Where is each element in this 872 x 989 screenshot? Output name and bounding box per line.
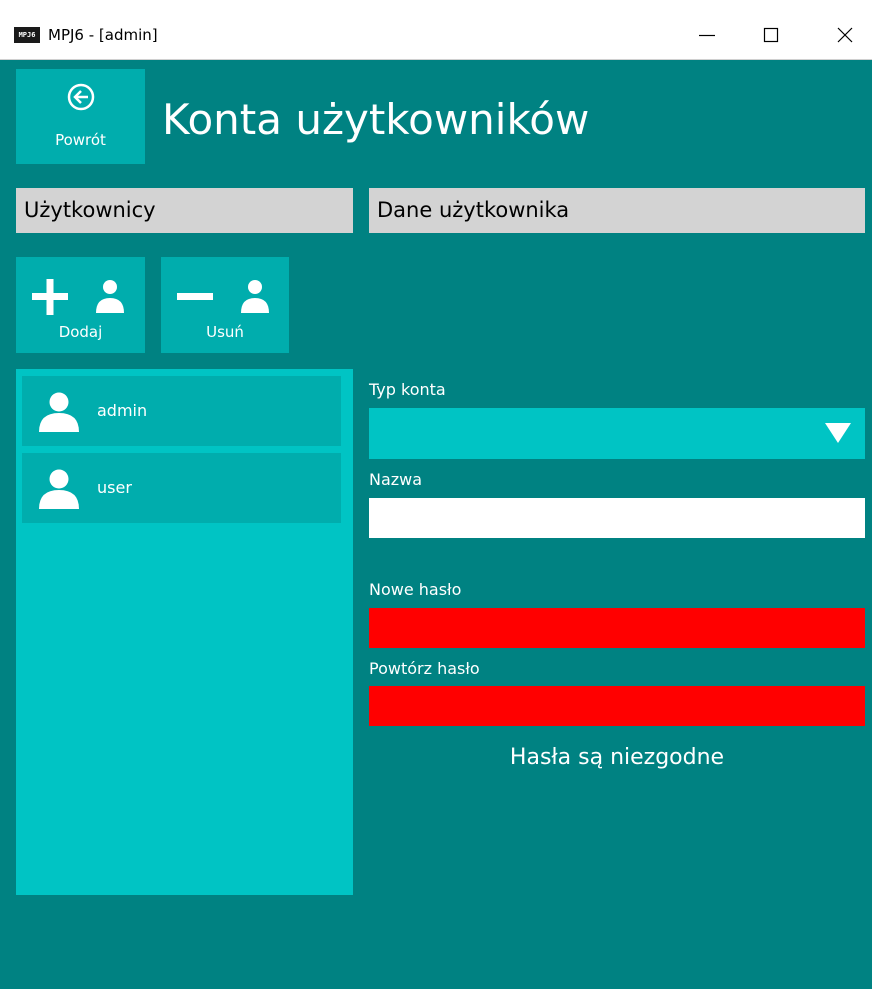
window-title-bar: MPJ6 MPJ6 - [admin] [0,0,872,60]
maximize-button[interactable] [748,12,794,58]
remove-user-label: Usuń [206,323,244,341]
maximize-icon [763,27,779,43]
page-title: Konta użytkowników [162,95,590,144]
account-type-dropdown[interactable] [369,408,865,459]
name-input[interactable] [369,498,865,538]
user-list[interactable]: admin user [16,369,353,895]
user-icon [39,392,79,432]
back-arrow-icon [67,83,95,111]
window-title: MPJ6 - [admin] [48,26,158,44]
name-label: Nazwa [369,470,423,489]
back-button[interactable]: Powrót [16,69,145,164]
close-icon [837,27,853,43]
password-mismatch-message: Hasła są niezgodne [509,745,725,770]
app-icon: MPJ6 [14,27,40,43]
user-list-item-admin[interactable]: admin [22,376,341,446]
close-button[interactable] [822,12,868,58]
users-section-header: Użytkownicy [16,188,353,233]
repeat-password-input[interactable] [369,686,865,726]
back-button-label: Powrót [55,131,106,149]
minimize-button[interactable] [684,12,730,58]
remove-user-button[interactable]: Usuń [161,257,289,353]
add-user-icon [32,279,124,315]
account-type-label: Typ konta [369,380,446,399]
new-password-input[interactable] [369,608,865,648]
user-name: admin [97,401,148,420]
remove-user-icon [177,280,269,313]
user-list-item-user[interactable]: user [22,453,341,523]
add-user-label: Dodaj [58,323,103,341]
new-password-label: Nowe hasło [369,580,462,599]
minimize-icon [699,34,715,37]
user-icon [39,469,79,509]
repeat-password-label: Powtórz hasło [369,659,480,678]
user-name: user [97,478,132,497]
add-user-button[interactable]: Dodaj [16,257,145,353]
dropdown-arrow-icon [825,423,851,443]
user-details-section-header: Dane użytkownika [369,188,865,233]
